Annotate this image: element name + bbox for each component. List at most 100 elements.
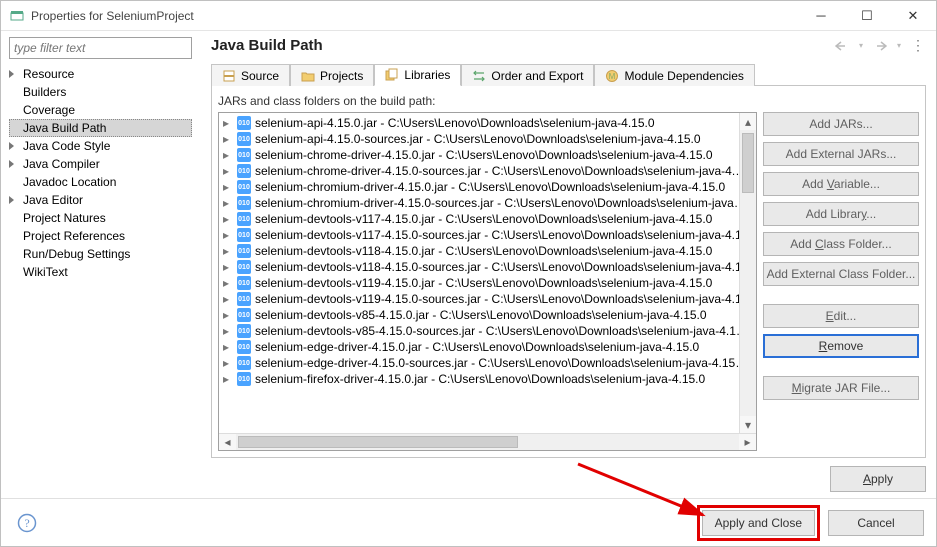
jar-row[interactable]: ▸010selenium-devtools-v119-4.15.0-source… bbox=[219, 291, 739, 307]
jar-row[interactable]: ▸010selenium-devtools-v118-4.15.0-source… bbox=[219, 259, 739, 275]
sidebar-item[interactable]: WikiText bbox=[9, 263, 192, 281]
jar-row[interactable]: ▸010selenium-devtools-v118-4.15.0.jar - … bbox=[219, 243, 739, 259]
add-external-class-folder-button[interactable]: Add External Class Folder... bbox=[763, 262, 919, 286]
jar-row[interactable]: ▸010selenium-devtools-v85-4.15.0-sources… bbox=[219, 323, 739, 339]
sidebar-item[interactable]: Coverage bbox=[9, 101, 192, 119]
edit-button[interactable]: Edit... bbox=[763, 304, 919, 328]
jar-row[interactable]: ▸010selenium-edge-driver-4.15.0.jar - C:… bbox=[219, 339, 739, 355]
sidebar-item[interactable]: Builders bbox=[9, 83, 192, 101]
add-variable-button[interactable]: Add Variable... bbox=[763, 172, 919, 196]
jar-icon: 010 bbox=[237, 116, 251, 130]
expand-icon[interactable]: ▸ bbox=[223, 340, 233, 354]
jar-row[interactable]: ▸010selenium-api-4.15.0-sources.jar - C:… bbox=[219, 131, 739, 147]
tab-module-dependencies[interactable]: MModule Dependencies bbox=[594, 64, 754, 86]
horizontal-scrollbar[interactable]: ◂ ▸ bbox=[219, 433, 756, 450]
view-menu-icon[interactable]: ⋮ bbox=[910, 38, 926, 54]
svg-text:M: M bbox=[609, 72, 616, 81]
vscroll-thumb[interactable] bbox=[742, 133, 754, 193]
tab-label: Source bbox=[241, 69, 279, 83]
scroll-up-icon[interactable]: ▴ bbox=[740, 113, 756, 130]
jar-row[interactable]: ▸010selenium-chrome-driver-4.15.0-source… bbox=[219, 163, 739, 179]
expand-icon[interactable]: ▸ bbox=[223, 244, 233, 258]
scroll-right-icon[interactable]: ▸ bbox=[739, 434, 756, 450]
jar-row[interactable]: ▸010selenium-chromium-driver-4.15.0-sour… bbox=[219, 195, 739, 211]
minimize-button[interactable]: ─ bbox=[798, 1, 844, 30]
filter-input[interactable] bbox=[9, 37, 192, 59]
expand-icon[interactable]: ▸ bbox=[223, 292, 233, 306]
jar-row[interactable]: ▸010selenium-devtools-v117-4.15.0.jar - … bbox=[219, 211, 739, 227]
scroll-down-icon[interactable]: ▾ bbox=[740, 416, 756, 433]
titlebar: Properties for SeleniumProject ─ ☐ ✕ bbox=[1, 1, 936, 31]
expand-icon[interactable]: ▸ bbox=[223, 308, 233, 322]
help-icon[interactable]: ? bbox=[13, 509, 41, 537]
forward-icon[interactable] bbox=[872, 38, 888, 54]
add-jars-button[interactable]: Add JARs... bbox=[763, 112, 919, 136]
jar-icon: 010 bbox=[237, 228, 251, 242]
add-class-folder-button[interactable]: Add Class Folder... bbox=[763, 232, 919, 256]
back-menu-icon[interactable]: ▾ bbox=[853, 38, 869, 54]
expand-icon[interactable]: ▸ bbox=[223, 148, 233, 162]
sidebar-item[interactable]: Project Natures bbox=[9, 209, 192, 227]
jar-row[interactable]: ▸010selenium-chrome-driver-4.15.0.jar - … bbox=[219, 147, 739, 163]
sidebar-item[interactable]: Resource bbox=[9, 65, 192, 83]
expand-icon[interactable]: ▸ bbox=[223, 196, 233, 210]
tab-icon bbox=[385, 68, 399, 82]
sidebar-item[interactable]: Java Code Style bbox=[9, 137, 192, 155]
jar-icon: 010 bbox=[237, 260, 251, 274]
sidebar-item[interactable]: Java Editor bbox=[9, 191, 192, 209]
expand-icon[interactable]: ▸ bbox=[223, 180, 233, 194]
close-button[interactable]: ✕ bbox=[890, 1, 936, 30]
jar-row[interactable]: ▸010selenium-api-4.15.0.jar - C:\Users\L… bbox=[219, 115, 739, 131]
apply-and-close-button[interactable]: Apply and Close bbox=[702, 510, 815, 536]
expand-icon[interactable]: ▸ bbox=[223, 164, 233, 178]
jar-list[interactable]: ▸010selenium-api-4.15.0.jar - C:\Users\L… bbox=[218, 112, 757, 451]
jar-row[interactable]: ▸010selenium-devtools-v117-4.15.0-source… bbox=[219, 227, 739, 243]
jar-row[interactable]: ▸010selenium-chromium-driver-4.15.0.jar … bbox=[219, 179, 739, 195]
maximize-button[interactable]: ☐ bbox=[844, 1, 890, 30]
jar-row[interactable]: ▸010selenium-firefox-driver-4.15.0.jar -… bbox=[219, 371, 739, 387]
tab-projects[interactable]: Projects bbox=[290, 64, 374, 86]
tab-source[interactable]: Source bbox=[211, 64, 290, 86]
scroll-left-icon[interactable]: ◂ bbox=[219, 434, 236, 450]
sidebar-item[interactable]: Java Build Path bbox=[9, 119, 192, 137]
jar-icon: 010 bbox=[237, 356, 251, 370]
jar-row[interactable]: ▸010selenium-edge-driver-4.15.0-sources.… bbox=[219, 355, 739, 371]
migrate-jar-button[interactable]: Migrate JAR File... bbox=[763, 376, 919, 400]
category-tree[interactable]: ResourceBuildersCoverageJava Build PathJ… bbox=[9, 65, 192, 281]
sidebar-item[interactable]: Javadoc Location bbox=[9, 173, 192, 191]
sidebar-item[interactable]: Project References bbox=[9, 227, 192, 245]
remove-button[interactable]: Remove bbox=[763, 334, 919, 358]
forward-menu-icon[interactable]: ▾ bbox=[891, 38, 907, 54]
expand-icon[interactable]: ▸ bbox=[223, 212, 233, 226]
tab-icon bbox=[222, 69, 236, 83]
back-icon[interactable] bbox=[834, 38, 850, 54]
jar-icon: 010 bbox=[237, 324, 251, 338]
expand-icon[interactable]: ▸ bbox=[223, 228, 233, 242]
jar-label: selenium-devtools-v118-4.15.0.jar - C:\U… bbox=[255, 244, 712, 258]
jar-row[interactable]: ▸010selenium-devtools-v85-4.15.0.jar - C… bbox=[219, 307, 739, 323]
sidebar-item[interactable]: Run/Debug Settings bbox=[9, 245, 192, 263]
jar-icon: 010 bbox=[237, 372, 251, 386]
expand-icon[interactable]: ▸ bbox=[223, 356, 233, 370]
apply-button[interactable]: Apply bbox=[830, 466, 926, 492]
vertical-scrollbar[interactable]: ▴ ▾ bbox=[739, 113, 756, 433]
tab-order-and-export[interactable]: Order and Export bbox=[461, 64, 594, 86]
expand-icon[interactable]: ▸ bbox=[223, 116, 233, 130]
jar-icon: 010 bbox=[237, 340, 251, 354]
add-library-button[interactable]: Add Library... bbox=[763, 202, 919, 226]
add-external-jars-button[interactable]: Add External JARs... bbox=[763, 142, 919, 166]
expand-icon[interactable]: ▸ bbox=[223, 132, 233, 146]
expand-icon[interactable]: ▸ bbox=[223, 276, 233, 290]
expand-icon[interactable]: ▸ bbox=[223, 260, 233, 274]
expand-icon[interactable]: ▸ bbox=[223, 372, 233, 386]
jar-icon: 010 bbox=[237, 276, 251, 290]
page-title: Java Build Path bbox=[211, 37, 834, 54]
expand-icon[interactable]: ▸ bbox=[223, 324, 233, 338]
tab-libraries[interactable]: Libraries bbox=[374, 64, 461, 86]
button-column: Add JARs... Add External JARs... Add Var… bbox=[763, 112, 919, 451]
jar-icon: 010 bbox=[237, 196, 251, 210]
jar-row[interactable]: ▸010selenium-devtools-v119-4.15.0.jar - … bbox=[219, 275, 739, 291]
sidebar-item[interactable]: Java Compiler bbox=[9, 155, 192, 173]
cancel-button[interactable]: Cancel bbox=[828, 510, 924, 536]
hscroll-thumb[interactable] bbox=[238, 436, 518, 448]
